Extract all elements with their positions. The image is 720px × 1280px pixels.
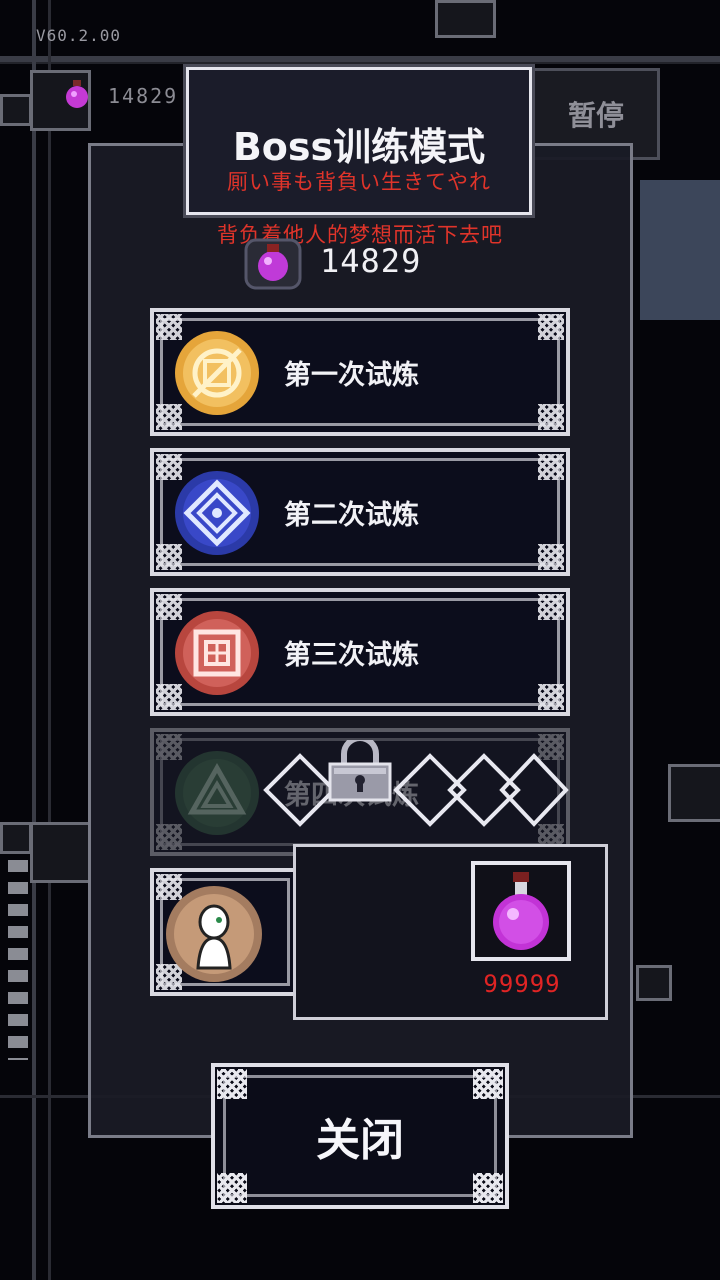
hud-gem-count: 14829	[108, 84, 179, 108]
trial-label: 第二次试炼	[284, 499, 419, 531]
bg-ladder	[8, 860, 28, 1060]
trial-1-button[interactable]: 第一次试炼	[150, 308, 570, 436]
bg-wall-line	[32, 0, 36, 1280]
trial-2-button[interactable]: 第二次试炼	[150, 448, 570, 576]
bg-block	[668, 764, 720, 822]
green-seal-icon	[175, 751, 259, 835]
trial-label: 第一次试炼	[284, 359, 419, 391]
bg-sky-window	[640, 180, 720, 320]
subtitle-japanese: 厠い事も背負い生きてやれ	[227, 170, 491, 194]
potion-count: 99999	[483, 970, 561, 998]
potion-icon	[493, 872, 549, 950]
character-portrait-icon	[166, 886, 262, 982]
version-label: V60.2.00	[36, 26, 122, 45]
gem-icon	[244, 238, 302, 290]
page-title: Boss训练模式	[232, 125, 486, 169]
lock-icon	[328, 740, 392, 802]
bg-wall-line	[0, 62, 720, 64]
red-seal-icon	[175, 611, 259, 695]
trial-label: 第三次试炼	[284, 639, 419, 671]
gem-count: 14829	[320, 242, 422, 280]
bg-block	[0, 94, 32, 126]
gold-seal-icon	[175, 331, 259, 415]
lock-chain-decoration	[263, 753, 569, 827]
bg-block	[0, 822, 32, 854]
bg-block	[30, 822, 91, 883]
close-button[interactable]: 关闭	[211, 1063, 509, 1209]
close-button-label: 关闭	[316, 1115, 404, 1166]
character-trial-button[interactable]	[150, 868, 300, 996]
bg-block	[636, 965, 672, 1001]
bg-block	[435, 0, 496, 38]
blue-seal-icon	[175, 471, 259, 555]
potion-icon	[66, 80, 88, 108]
trial-3-button[interactable]: 第三次试炼	[150, 588, 570, 716]
bg-wall-line	[48, 0, 51, 1280]
